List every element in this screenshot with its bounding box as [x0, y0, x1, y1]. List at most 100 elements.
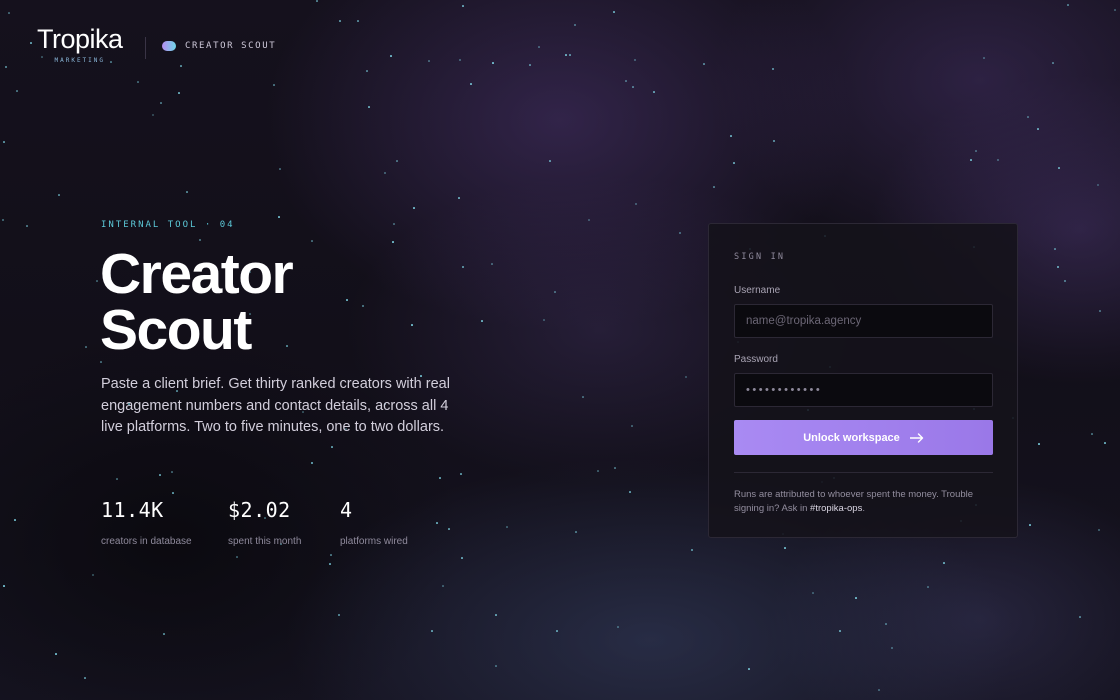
stat-value: 11.4K [101, 498, 164, 522]
star-dot [199, 239, 201, 241]
star-dot [772, 68, 774, 70]
help-note-end: . [862, 503, 865, 514]
star-dot [159, 474, 161, 476]
star-dot [413, 207, 415, 209]
stat-value: $2.02 [228, 498, 291, 522]
stat-value: 4 [340, 498, 353, 522]
star-dot [943, 562, 945, 564]
star-dot [878, 689, 880, 691]
star-dot [554, 291, 556, 293]
star-dot [891, 647, 893, 649]
star-dot [556, 630, 558, 632]
star-dot [16, 90, 18, 92]
star-dot [366, 70, 368, 72]
star-dot [1052, 62, 1054, 64]
star-dot [439, 477, 441, 479]
star-dot [1079, 616, 1081, 618]
username-input[interactable]: name@tropika.agency [734, 304, 993, 338]
star-dot [428, 60, 430, 62]
star-dot [703, 63, 705, 65]
star-dot [362, 305, 364, 307]
star-dot [396, 160, 398, 162]
star-dot [506, 526, 508, 528]
star-dot [316, 0, 318, 2]
unlock-workspace-button[interactable]: Unlock workspace [734, 420, 993, 455]
star-dot [279, 168, 281, 170]
star-dot [462, 266, 464, 268]
star-dot [574, 24, 576, 26]
page-title: Creator Scout [100, 246, 294, 359]
star-dot [481, 320, 483, 322]
star-dot [460, 473, 462, 475]
star-dot [163, 633, 165, 635]
sign-in-card: SIGN IN Username name@tropika.agency Pas… [708, 223, 1018, 538]
star-dot [3, 585, 5, 587]
star-dot [14, 519, 16, 521]
star-dot [495, 665, 497, 667]
star-dot [368, 106, 370, 108]
star-dot [85, 346, 87, 348]
star-dot [55, 653, 57, 655]
star-dot [631, 425, 633, 427]
star-dot [812, 592, 814, 594]
app-tag: CREATOR SCOUT [162, 41, 276, 51]
header-divider [145, 37, 146, 59]
star-dot [970, 159, 972, 161]
star-dot [1064, 280, 1066, 282]
star-dot [632, 86, 634, 88]
star-dot [92, 574, 94, 576]
star-dot [411, 324, 413, 326]
star-dot [1027, 116, 1029, 118]
star-dot [96, 280, 98, 282]
star-dot [431, 630, 433, 632]
star-dot [137, 81, 139, 83]
brand-name: Tropika [37, 24, 123, 54]
star-dot [273, 84, 275, 86]
star-dot [1104, 442, 1106, 444]
star-dot [186, 191, 188, 193]
star-dot [329, 563, 331, 565]
star-dot [5, 66, 7, 68]
star-dot [1029, 524, 1031, 526]
star-dot [492, 62, 494, 64]
password-label: Password [734, 354, 778, 365]
star-dot [634, 59, 636, 61]
star-dot [614, 467, 616, 469]
star-dot [597, 470, 599, 472]
star-dot [748, 668, 750, 670]
star-dot [1058, 167, 1060, 169]
card-divider [734, 472, 993, 473]
star-dot [1091, 433, 1093, 435]
star-dot [384, 172, 386, 174]
star-dot [357, 20, 359, 22]
star-dot [1057, 266, 1059, 268]
star-dot [543, 319, 545, 321]
stat-creators: 11.4K creators in database [101, 498, 228, 547]
stat-label: creators in database [101, 536, 192, 547]
star-dot [462, 5, 464, 7]
star-dot [1097, 184, 1099, 186]
password-input[interactable]: •••••••••••• [734, 373, 993, 407]
star-dot [152, 114, 154, 116]
help-note: Runs are attributed to whoever spent the… [734, 488, 996, 516]
star-dot [338, 614, 340, 616]
stat-label: platforms wired [340, 536, 408, 547]
star-dot [1067, 4, 1069, 6]
stat-platforms: 4 platforms wired [340, 498, 440, 547]
star-dot [1037, 128, 1039, 130]
star-dot [3, 141, 5, 143]
hero-description: Paste a client brief. Get thirty ranked … [101, 376, 450, 435]
star-dot [569, 54, 571, 56]
star-dot [458, 197, 460, 199]
star-dot [549, 160, 551, 162]
star-dot [691, 549, 693, 551]
star-dot [575, 531, 577, 533]
page-title-line-2: Scout [100, 298, 252, 362]
page-title-line-1: Creator [100, 242, 294, 306]
star-dot [582, 396, 584, 398]
ops-channel-link[interactable]: #tropika-ops [810, 503, 862, 514]
star-dot [346, 299, 348, 301]
star-dot [8, 12, 10, 14]
star-dot [1099, 310, 1101, 312]
star-dot [839, 630, 841, 632]
